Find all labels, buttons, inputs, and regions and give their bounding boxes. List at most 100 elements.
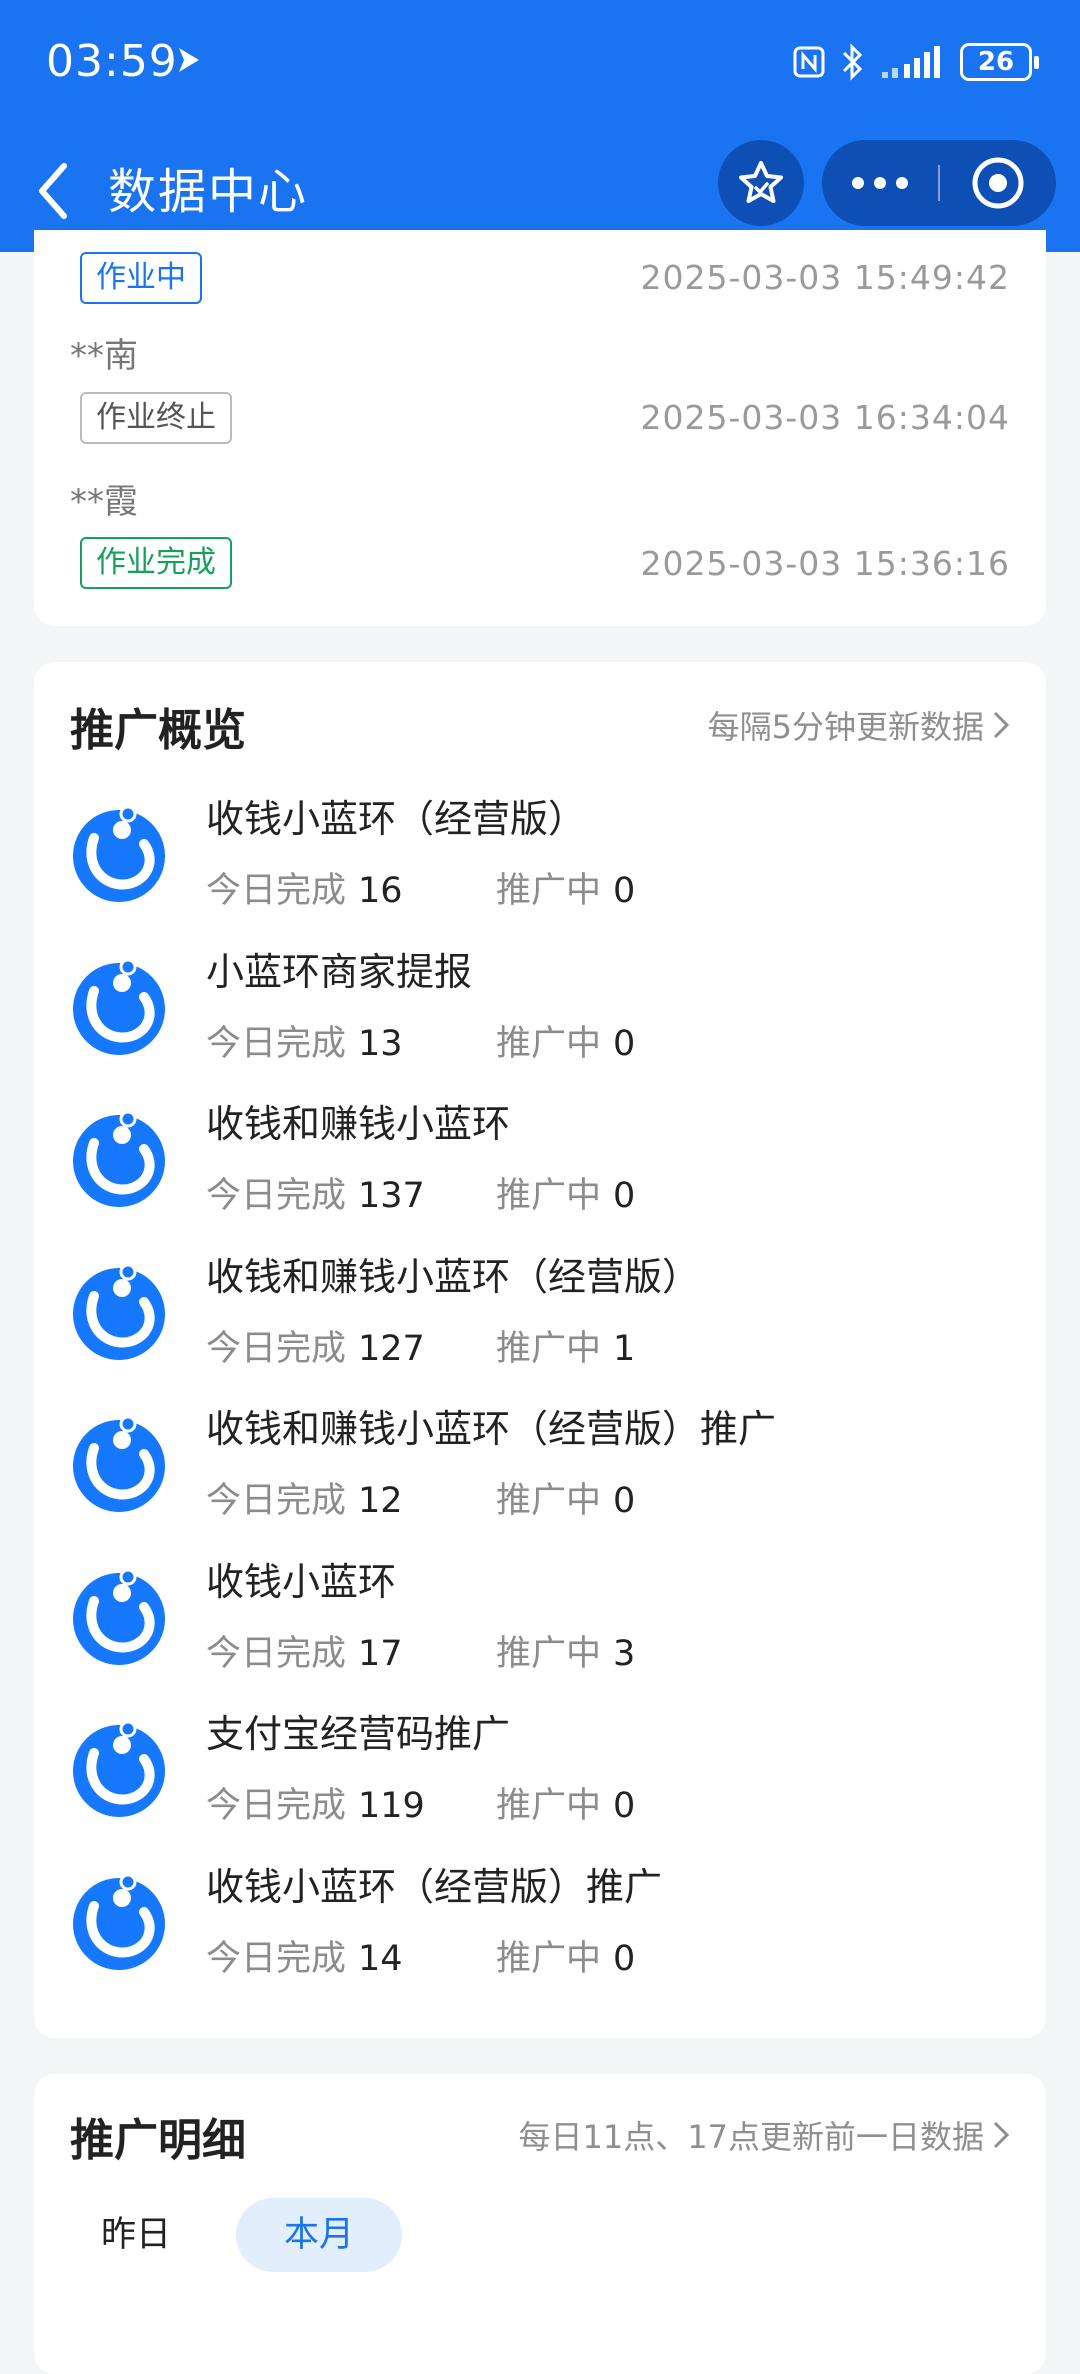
done-label: 今日完成 [206, 1633, 347, 1674]
promotion-stats: 今日完成 12 推广中 0 [206, 1472, 635, 1523]
done-count: 14 [358, 1938, 403, 1979]
promotion-name: 收钱小蓝环（经营版） [206, 797, 587, 841]
promotion-stats: 今日完成 16 推广中 0 [206, 862, 635, 913]
done-label: 今日完成 [206, 1176, 347, 1216]
promotion-item[interactable]: 小蓝环商家提报 今日完成 13 推广中 0 [34, 935, 1046, 1087]
record-time: 2025-03-03 16:34:04 [640, 398, 1010, 437]
promoting-label: 推广中 [496, 1328, 602, 1369]
status-bar: 03:59 26 [0, 0, 1080, 130]
promotion-name: 收钱小蓝环（经营版）推广 [206, 1864, 663, 1909]
done-label: 今日完成 [206, 1938, 347, 1979]
promotion-item[interactable]: 收钱小蓝环（经营版）推广 今日完成 14 推广中 0 [34, 1850, 1046, 2002]
promoting-count: 0 [613, 1023, 636, 1064]
blue-ring-logo-icon [73, 1873, 165, 1970]
promotion-stats: 今日完成 13 推广中 0 [206, 1015, 635, 1066]
promotion-item[interactable]: 收钱小蓝环（经营版） 今日完成 16 推广中 0 [34, 782, 1046, 934]
detail-update-text: 每日11点、17点更新前一日数据 [518, 2118, 984, 2156]
record-time: 2025-03-03 15:49:42 [640, 258, 1010, 297]
detail-title: 推广明细 [70, 2115, 246, 2166]
blue-ring-logo-icon [73, 1415, 165, 1512]
star-icon [739, 161, 783, 203]
promoting-label: 推广中 [496, 1786, 602, 1826]
promotion-name: 收钱和赚钱小蓝环 [206, 1102, 511, 1146]
promotion-item[interactable]: 收钱和赚钱小蓝环（经营版） 今日完成 127 推广中 1 [34, 1240, 1046, 1392]
close-button[interactable] [940, 140, 1056, 226]
blue-ring-logo-icon [73, 1568, 165, 1665]
promotion-stats: 今日完成 119 推广中 0 [206, 1777, 635, 1828]
done-count: 12 [358, 1481, 403, 1521]
promotion-item[interactable]: 收钱和赚钱小蓝环 今日完成 137 推广中 0 [34, 1087, 1046, 1239]
promoting-label: 推广中 [496, 1633, 602, 1674]
record-time: 2025-03-03 15:36:16 [640, 544, 1010, 583]
promoting-label: 推广中 [496, 1938, 602, 1979]
promoting-count: 1 [613, 1328, 636, 1369]
more-button[interactable] [822, 140, 938, 226]
promotion-name: 收钱和赚钱小蓝环（经营版）推广 [206, 1407, 777, 1451]
done-count: 13 [358, 1023, 403, 1064]
done-count: 16 [358, 871, 403, 911]
promotion-name: 支付宝经营码推广 [206, 1712, 511, 1756]
status-tag-terminated: 作业终止 [80, 392, 232, 444]
promoting-count: 0 [613, 1481, 636, 1521]
status-icons: 26 [792, 40, 1039, 84]
promotion-stats: 今日完成 137 推广中 0 [206, 1167, 635, 1218]
tab-this-month[interactable]: 本月 [236, 2198, 402, 2272]
promotion-stats: 今日完成 14 推广中 0 [206, 1930, 635, 1981]
work-records-card: 作业中 2025-03-03 15:49:42 **南 作业终止 2025-03… [34, 230, 1046, 626]
back-arrow-icon[interactable] [30, 156, 80, 226]
overview-update-text: 每隔5分钟更新数据 [707, 708, 984, 746]
blue-ring-logo-icon [73, 1720, 165, 1817]
chevron-right-icon [993, 711, 1010, 739]
overview-update-link[interactable]: 每隔5分钟更新数据 [708, 702, 1010, 748]
done-label: 今日完成 [206, 1023, 347, 1064]
promotion-name: 小蓝环商家提报 [206, 949, 473, 994]
promoting-count: 0 [613, 1786, 636, 1826]
promotion-name: 收钱和赚钱小蓝环（经营版） [206, 1254, 701, 1299]
status-tag-completed: 作业完成 [80, 537, 232, 589]
promoting-label: 推广中 [496, 1481, 602, 1521]
overview-title: 推广概览 [70, 705, 246, 756]
app-notification-icon [179, 48, 199, 72]
signal-icon [882, 46, 940, 78]
chevron-right-icon [993, 2121, 1010, 2149]
promoting-count: 3 [613, 1633, 636, 1674]
favorite-button[interactable] [718, 140, 804, 226]
battery-level: 26 [977, 47, 1015, 77]
close-circle-icon [972, 157, 1024, 209]
detail-update-link[interactable]: 每日11点、17点更新前一日数据 [519, 2112, 1010, 2158]
promotion-stats: 今日完成 17 推广中 3 [206, 1625, 635, 1676]
blue-ring-logo-icon [73, 958, 165, 1055]
more-dots-icon [852, 177, 908, 189]
nfc-icon [793, 46, 825, 78]
promotion-item[interactable]: 收钱和赚钱小蓝环（经营版）推广 今日完成 12 推广中 0 [34, 1392, 1046, 1544]
done-label: 今日完成 [206, 871, 347, 911]
done-label: 今日完成 [206, 1481, 347, 1521]
promotion-item[interactable]: 支付宝经营码推广 今日完成 119 推广中 0 [34, 1697, 1046, 1849]
worker-name: **南 [70, 336, 138, 376]
promoting-count: 0 [613, 871, 636, 911]
promotion-stats: 今日完成 127 推广中 1 [206, 1320, 635, 1371]
promoting-label: 推广中 [496, 871, 602, 911]
promotion-detail-card: 推广明细 每日11点、17点更新前一日数据 昨日 本月 [34, 2074, 1046, 2374]
tab-yesterday[interactable]: 昨日 [80, 2198, 192, 2272]
battery-indicator: 26 [960, 43, 1039, 81]
done-count: 119 [358, 1786, 425, 1826]
worker-name: **霞 [70, 482, 138, 522]
promoting-label: 推广中 [496, 1176, 602, 1216]
page-title: 数据中心 [108, 164, 309, 220]
done-label: 今日完成 [206, 1786, 347, 1826]
done-count: 137 [358, 1176, 425, 1216]
promotion-name: 收钱小蓝环 [206, 1559, 397, 1604]
done-count: 17 [358, 1633, 403, 1674]
blue-ring-logo-icon [73, 805, 165, 902]
bluetooth-icon [842, 43, 863, 81]
done-count: 127 [358, 1328, 425, 1369]
done-label: 今日完成 [206, 1328, 347, 1369]
blue-ring-logo-icon [73, 1263, 165, 1360]
promoting-count: 0 [613, 1938, 636, 1979]
promoting-label: 推广中 [496, 1023, 602, 1064]
promoting-count: 0 [613, 1176, 636, 1216]
mini-program-capsule [822, 140, 1056, 226]
blue-ring-logo-icon [73, 1110, 165, 1207]
promotion-item[interactable]: 收钱小蓝环 今日完成 17 推广中 3 [34, 1545, 1046, 1697]
